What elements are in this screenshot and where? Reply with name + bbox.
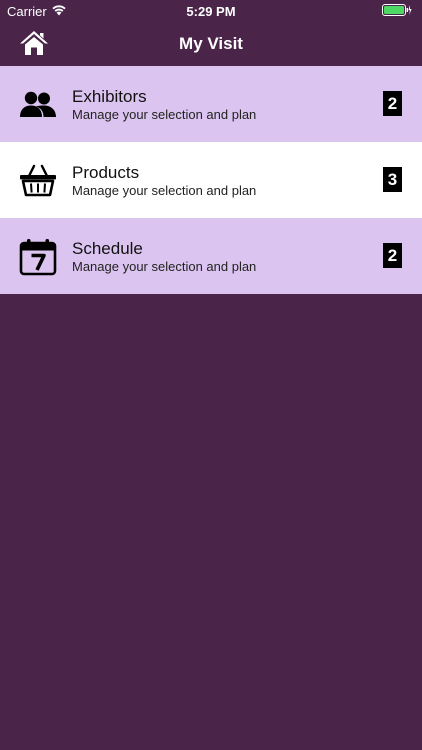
- menu-item-subtitle: Manage your selection and plan: [72, 183, 257, 198]
- nav-bar: My Visit: [0, 22, 422, 66]
- menu-item-label: Exhibitors: [72, 87, 147, 106]
- count-badge: 3: [383, 167, 402, 192]
- status-time: 5:29 PM: [186, 4, 236, 19]
- menu-item-products[interactable]: Products Manage your selection and plan …: [0, 142, 422, 218]
- people-icon: [19, 86, 57, 124]
- calendar-icon: [19, 238, 57, 276]
- menu-item-exhibitors[interactable]: Exhibitors Manage your selection and pla…: [0, 66, 422, 142]
- status-bar: Carrier 5:29 PM: [0, 0, 422, 22]
- battery-icon: [382, 4, 412, 19]
- menu-item-label: Schedule: [72, 239, 143, 258]
- page-title: My Visit: [179, 34, 243, 53]
- menu-item-subtitle: Manage your selection and plan: [72, 107, 257, 122]
- menu-item-schedule[interactable]: Schedule Manage your selection and plan …: [0, 218, 422, 294]
- menu-list: Exhibitors Manage your selection and pla…: [0, 66, 422, 294]
- menu-item-subtitle: Manage your selection and plan: [72, 259, 257, 274]
- count-badge: 2: [383, 243, 402, 268]
- count-badge: 2: [383, 91, 402, 116]
- basket-icon: [19, 162, 57, 200]
- menu-item-label: Products: [72, 163, 140, 182]
